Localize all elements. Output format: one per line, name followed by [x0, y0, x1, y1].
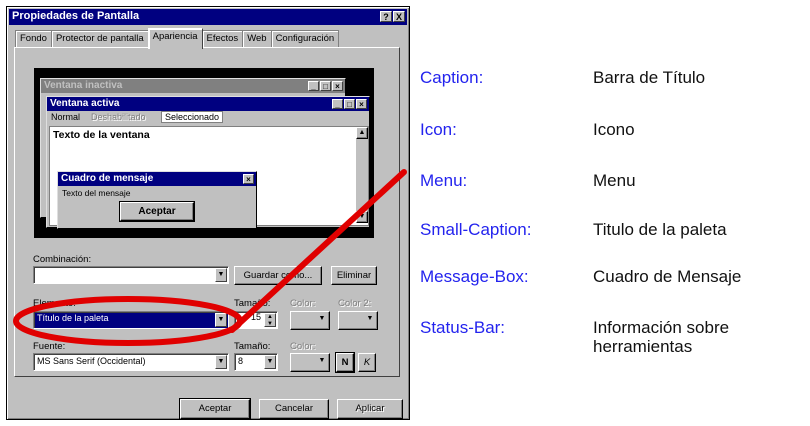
legend-value-status-bar-line2: herramientas [593, 337, 693, 356]
red-annotation [13, 169, 407, 346]
legend-value-small-caption: Titulo de la paleta [593, 220, 727, 239]
legend-value-icon: Icono [593, 120, 635, 139]
tab-apariencia[interactable]: Apariencia [147, 28, 203, 49]
legend-key-status-bar: Status-Bar: [420, 318, 506, 337]
legend-key-small-caption: Small-Caption: [420, 220, 532, 239]
legend-value-menu: Menu [593, 171, 636, 190]
legend-value-message-box: Cuadro de Mensaje [593, 267, 742, 286]
annotation-line [229, 169, 407, 333]
legend-key-message-box: Message-Box: [420, 267, 529, 286]
legend-value-caption: Barra de Título [593, 68, 706, 87]
legend-key-icon: Icon: [420, 120, 457, 139]
annotation-ellipse [13, 296, 243, 346]
legend-key-menu: Menu: [420, 171, 468, 190]
legend-value-status-bar: Información sobre [593, 318, 730, 337]
legend-key-caption: Caption: [420, 68, 484, 87]
